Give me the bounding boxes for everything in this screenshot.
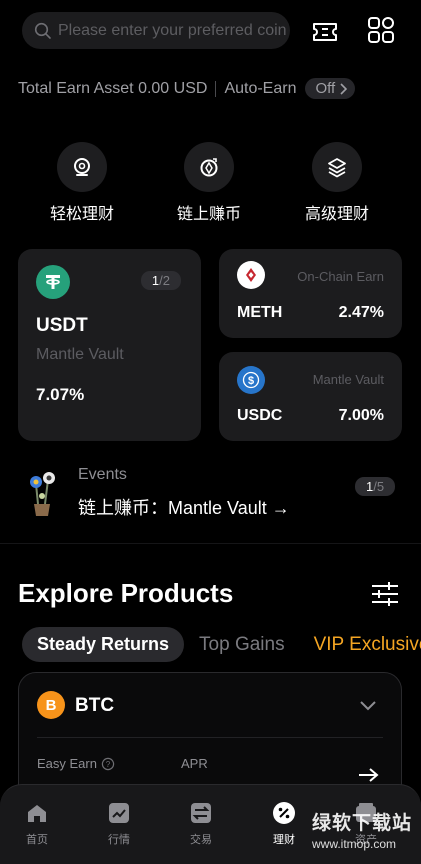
auto-earn-label: Auto-Earn — [224, 79, 297, 97]
usdc-card[interactable]: $ Mantle Vault USDC 7.00% — [219, 352, 402, 441]
auto-earn-state: Off — [315, 80, 336, 97]
chain-coin-icon — [200, 158, 218, 177]
meth-card[interactable]: On-Chain Earn METH 2.47% — [219, 249, 402, 338]
chevron-down-icon[interactable] — [359, 699, 377, 717]
tab-steady-returns[interactable]: Steady Returns — [22, 627, 185, 662]
nav-label: 首页 — [26, 834, 48, 846]
quick-onchain-earn[interactable]: 链上赚币 — [154, 142, 264, 224]
coin-name: USDC — [237, 407, 283, 424]
watermark: 绿软下载站 www.itmop.com — [312, 813, 413, 851]
quick-label: 链上赚币 — [176, 206, 241, 223]
usdc-icon: $ — [237, 366, 265, 394]
filter-icon[interactable] — [370, 580, 400, 613]
ticket-icon[interactable] — [310, 17, 340, 47]
nav-label: 行情 — [108, 834, 130, 846]
apps-grid-icon[interactable] — [366, 15, 396, 45]
quick-label: 高级理财 — [304, 206, 369, 223]
layers-icon — [328, 158, 346, 178]
page-indicator: 1/2 — [140, 271, 181, 290]
svg-text:?: ? — [106, 760, 111, 769]
section-title: Explore Products — [18, 578, 234, 608]
vault-name: Mantle Vault — [36, 346, 124, 363]
coin-name: METH — [237, 304, 283, 321]
quick-label: 轻松理财 — [49, 206, 114, 223]
svg-text:B: B — [46, 697, 57, 714]
nav-home[interactable]: 首页 — [12, 801, 62, 847]
circle-coin-icon — [74, 158, 90, 176]
events-label: Events — [78, 466, 127, 483]
chevron-right-icon — [340, 82, 348, 95]
btc-icon: B — [37, 691, 65, 719]
usdt-icon — [36, 265, 70, 299]
meth-tag: On-Chain Earn — [297, 269, 384, 284]
svg-text:$: $ — [248, 375, 254, 387]
info-icon[interactable]: ? — [101, 757, 115, 771]
nav-markets[interactable]: 行情 — [94, 801, 144, 847]
quick-easy-earn[interactable]: 轻松理财 — [27, 142, 137, 224]
easy-earn-label: Easy Earn ? — [37, 756, 115, 771]
nav-earn[interactable]: 理财 — [259, 801, 309, 847]
home-icon — [28, 805, 46, 822]
events-page-indicator: 1/5 — [355, 477, 396, 496]
coin-name: USDT — [36, 315, 88, 336]
search-input[interactable] — [58, 21, 288, 40]
product-card-btc[interactable]: B BTC Easy Earn ? APR — [18, 672, 402, 802]
usdc-tag: Mantle Vault — [312, 372, 384, 387]
apr-value: 7.00% — [338, 407, 384, 424]
search-bar[interactable] — [22, 12, 290, 49]
apr-value: 7.07% — [36, 385, 85, 404]
auto-earn-toggle[interactable]: Off — [305, 78, 356, 99]
earn-summary: Total Earn Asset 0.00 USD Auto-Earn Off — [18, 78, 356, 99]
tab-vip-exclusive[interactable]: VIP Exclusive — [314, 634, 421, 656]
events-illustration — [24, 470, 60, 523]
quick-advanced-earn[interactable]: 高级理财 — [282, 142, 392, 224]
nav-label: 理财 — [273, 834, 295, 846]
events-title: 链上赚币：Mantle Vault → — [78, 498, 290, 518]
product-tabs: Steady Returns Top Gains VIP Exclusive — [22, 627, 421, 662]
coin-name: BTC — [75, 695, 115, 716]
total-earn-asset: Total Earn Asset 0.00 USD — [18, 79, 208, 97]
tab-top-gains[interactable]: Top Gains — [199, 634, 285, 656]
trade-icon — [191, 803, 211, 823]
events-banner[interactable]: Events 链上赚币：Mantle Vault → — [78, 466, 290, 520]
apr-value: 2.47% — [338, 304, 384, 321]
percent-icon — [273, 802, 295, 824]
search-icon — [34, 22, 51, 39]
featured-usdt-card[interactable]: 1/2 USDT Mantle Vault 7.07% — [18, 249, 201, 441]
section-divider — [0, 543, 421, 544]
apr-label: APR — [181, 756, 208, 771]
meth-icon — [237, 261, 265, 289]
chart-icon — [109, 803, 129, 823]
nav-trade[interactable]: 交易 — [176, 801, 226, 847]
nav-label: 交易 — [190, 834, 212, 846]
